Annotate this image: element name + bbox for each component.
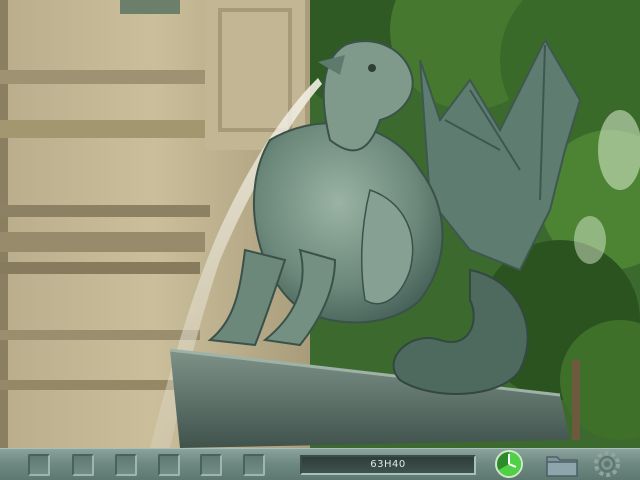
hud-bar: 63H40 [0,448,640,480]
time-display: 63H40 [300,455,476,475]
clock-icon[interactable] [494,449,524,479]
inventory-slot-6[interactable] [243,454,265,476]
folder-icon[interactable] [546,453,578,477]
inventory-slot-5[interactable] [200,454,222,476]
inventory-slot-3[interactable] [115,454,137,476]
inventory-slot-2[interactable] [72,454,94,476]
inventory-slot-4[interactable] [158,454,180,476]
inventory-slot-1[interactable] [28,454,50,476]
gear-icon[interactable] [590,450,624,478]
game-viewport[interactable]: 63H40 [0,0,640,480]
scene-view[interactable] [0,0,640,448]
